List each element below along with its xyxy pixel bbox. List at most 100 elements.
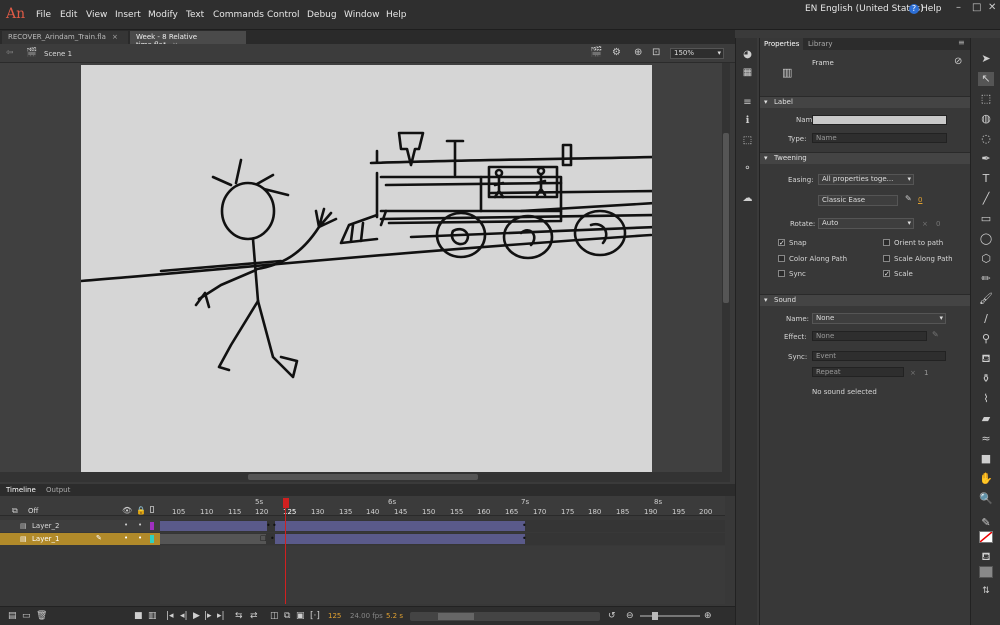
frame-rate[interactable]: 24.00 fps xyxy=(350,612,383,620)
scroll-thumb[interactable] xyxy=(723,133,729,303)
frame-size-slider[interactable] xyxy=(640,615,700,617)
slider-thumb[interactable] xyxy=(652,612,658,620)
orient-to-path-checkbox[interactable] xyxy=(883,239,890,246)
step-back-icon[interactable]: ◂| xyxy=(180,611,188,621)
tab-timeline[interactable]: Timeline xyxy=(6,486,36,494)
rotate-times[interactable]: 0 xyxy=(936,220,940,228)
cc-libraries-icon[interactable]: ☁ xyxy=(741,192,754,205)
sound-name-select[interactable]: None ▾ xyxy=(812,313,946,324)
edit-envelope-icon[interactable]: ✎ xyxy=(932,330,939,339)
clip-icon[interactable]: ⊡ xyxy=(652,47,660,58)
swatches-icon[interactable]: ▦ xyxy=(741,66,754,79)
playhead-line[interactable] xyxy=(285,508,286,604)
selection-tool-icon[interactable]: ➤ xyxy=(978,52,994,66)
color-along-path-checkbox[interactable] xyxy=(778,255,785,262)
language-selector[interactable]: EN English (United States) xyxy=(805,4,924,14)
onion-outline-icon[interactable]: ⧉ xyxy=(284,611,290,621)
help-button[interactable]: ? Help xyxy=(909,4,942,14)
first-frame-icon[interactable]: |◂ xyxy=(166,611,174,621)
tab-properties[interactable]: Properties xyxy=(760,38,804,50)
eraser-icon[interactable]: ▰ xyxy=(978,412,994,426)
lock-dot-icon[interactable]: • xyxy=(138,521,142,529)
pencil-tool-icon[interactable]: ✏ xyxy=(978,272,994,286)
last-frame-icon[interactable]: ▸| xyxy=(217,611,225,621)
vertical-scrollbar[interactable] xyxy=(722,63,730,472)
layer-name[interactable]: Layer_1 xyxy=(32,535,59,543)
horizontal-scrollbar[interactable] xyxy=(0,472,730,482)
menu-help[interactable]: Help xyxy=(386,10,407,20)
modify-markers-icon[interactable]: [·] xyxy=(310,611,320,621)
3d-rotation-icon[interactable]: ◍ xyxy=(978,112,994,126)
menu-window[interactable]: Window xyxy=(344,10,380,20)
rotate-select[interactable]: Auto ▾ xyxy=(818,218,914,229)
play-icon[interactable]: ▶ xyxy=(193,611,200,621)
zoom-in-icon[interactable]: ⊕ xyxy=(704,611,712,621)
ink-bottle-icon[interactable]: ⚱ xyxy=(978,372,994,386)
frame-span[interactable] xyxy=(160,534,266,544)
tween-span[interactable] xyxy=(275,521,525,531)
stage-canvas[interactable] xyxy=(79,65,658,474)
undo-icon[interactable]: ↺ xyxy=(608,611,616,621)
scroll-thumb[interactable] xyxy=(248,474,478,480)
menu-insert[interactable]: Insert xyxy=(115,10,141,20)
paint-bucket-icon[interactable]: ⛾ xyxy=(978,352,994,366)
menu-view[interactable]: View xyxy=(86,10,107,20)
oval-tool-icon[interactable]: ◯ xyxy=(978,232,994,246)
new-layer-icon[interactable]: ▤ xyxy=(8,611,17,621)
visibility-dot-icon[interactable]: • xyxy=(124,534,128,542)
bone-tool-icon[interactable]: ⚲ xyxy=(978,332,994,346)
width-tool-icon[interactable]: ≈ xyxy=(978,432,994,446)
info-icon[interactable]: ℹ xyxy=(741,114,754,127)
current-frame[interactable]: 125 xyxy=(328,612,341,620)
scale-checkbox[interactable]: ✓ xyxy=(883,270,890,278)
brush-tool-icon[interactable]: 🖌 xyxy=(978,292,994,306)
repeat-count[interactable]: 1 xyxy=(924,369,928,377)
menu-commands[interactable]: Commands xyxy=(213,10,264,20)
sound-section-header[interactable]: Sound xyxy=(760,294,971,306)
help-icon[interactable]: ⊘ xyxy=(954,56,962,67)
camera-icon[interactable]: ■ xyxy=(134,611,143,621)
camera-tool-icon[interactable]: ■ xyxy=(978,452,994,466)
rectangle-tool-icon[interactable]: ▭ xyxy=(978,212,994,226)
lock-dot-icon[interactable]: • xyxy=(138,534,142,542)
panel-menu-icon[interactable]: ≡ xyxy=(958,38,965,47)
sound-effect-select[interactable]: None xyxy=(812,331,927,341)
fill-swatch[interactable] xyxy=(979,566,993,578)
maximize-icon[interactable]: □ xyxy=(972,2,981,13)
sound-sync-select[interactable]: Event xyxy=(812,351,946,361)
lock-icon[interactable]: 🔒 xyxy=(136,506,146,515)
keyframe-icon[interactable]: • xyxy=(266,521,271,530)
edit-symbols-icon[interactable]: ⚙ xyxy=(612,47,621,58)
layer-frames[interactable]: □ • • xyxy=(160,533,725,545)
menu-edit[interactable]: Edit xyxy=(60,10,77,20)
menu-text[interactable]: Text xyxy=(186,10,204,20)
align-icon[interactable]: ≡ xyxy=(741,96,754,109)
stage-area[interactable] xyxy=(0,63,724,474)
center-frame-icon[interactable]: ⇄ xyxy=(250,611,258,621)
snap-checkbox[interactable]: ✓ xyxy=(778,239,785,247)
label-name-input[interactable] xyxy=(812,115,947,125)
menu-control[interactable]: Control xyxy=(267,10,300,20)
keyframe-icon[interactable]: • xyxy=(522,521,527,530)
menu-debug[interactable]: Debug xyxy=(307,10,337,20)
sync-checkbox[interactable] xyxy=(778,270,785,277)
pen-tool-icon[interactable]: ✒ xyxy=(978,152,994,166)
components-icon[interactable]: ⚬ xyxy=(741,162,754,175)
layer-name[interactable]: Layer_2 xyxy=(32,522,59,530)
edit-ease-icon[interactable]: ✎ xyxy=(905,194,912,203)
text-tool-icon[interactable]: T xyxy=(978,172,994,186)
elapsed-time[interactable]: 5.2 s xyxy=(386,612,403,620)
loop-icon[interactable]: ⇆ xyxy=(235,611,243,621)
outline-box-icon[interactable] xyxy=(150,506,154,513)
paint-brush-icon[interactable]: ∕ xyxy=(978,312,994,326)
center-stage-icon[interactable]: ⊕ xyxy=(634,47,642,58)
frame-ruler[interactable]: 5s 6s 7s 8s 105 110 115 120 125 130 135 … xyxy=(160,496,725,516)
eye-icon[interactable]: 👁 xyxy=(122,506,132,515)
zoom-select[interactable]: 150% ▾ xyxy=(670,48,724,59)
layer-row[interactable]: ▤ Layer_2 • • xyxy=(0,520,160,532)
outline-icon[interactable]: ⧉ xyxy=(12,506,18,516)
playhead-handle[interactable] xyxy=(283,498,289,508)
zoom-out-icon[interactable]: ⊖ xyxy=(626,611,634,621)
close-icon[interactable]: ✕ xyxy=(988,2,996,13)
color-panel-icon[interactable]: ◕ xyxy=(741,48,754,61)
